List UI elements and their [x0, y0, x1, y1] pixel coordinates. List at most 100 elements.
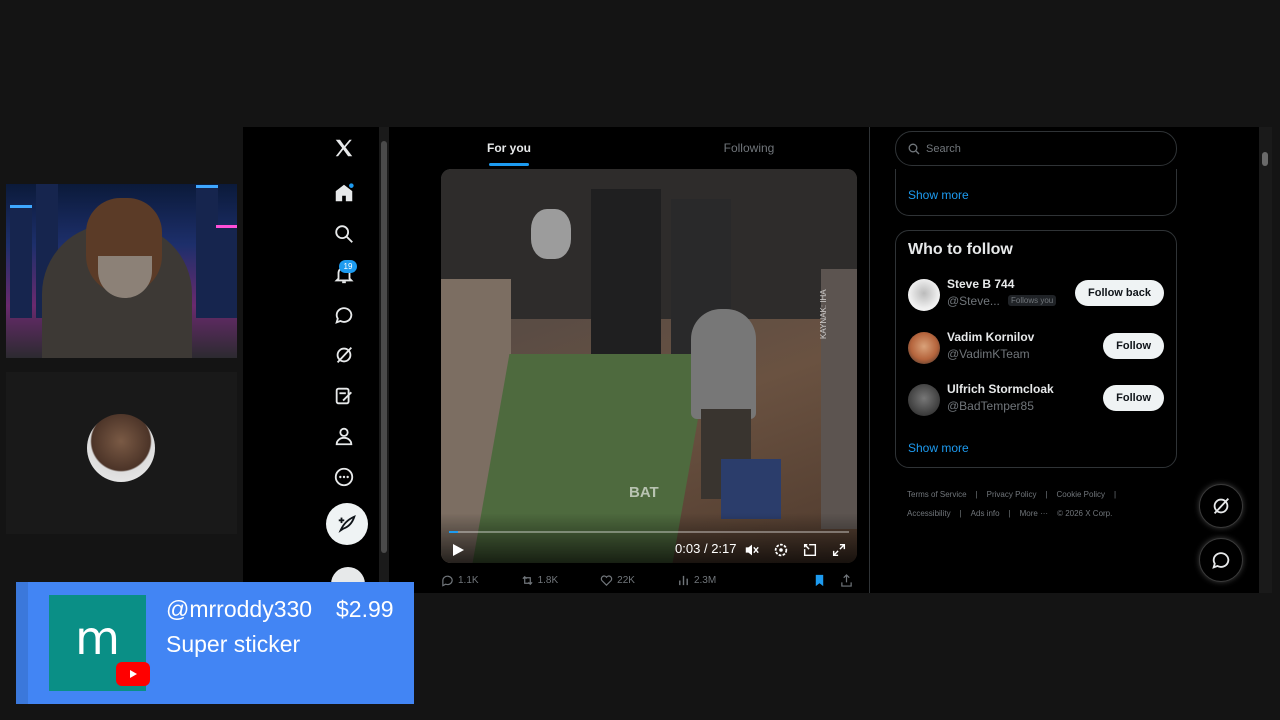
who-to-follow-show-more[interactable]: Show more [908, 441, 969, 455]
footer-separator: | [1045, 490, 1048, 499]
video-watermark: BAT [629, 484, 659, 501]
timeline-tabs: For you Following [389, 127, 869, 169]
page-scrollbar[interactable] [1259, 127, 1272, 593]
trends-panel: Show more [895, 169, 1177, 216]
post-video[interactable]: BAT KAYNAK: IHA 0:03 / 2:17 [441, 169, 857, 563]
trends-show-more[interactable]: Show more [908, 188, 969, 202]
footer-link[interactable]: Accessibility [907, 509, 951, 518]
x-sidebar-nav: 19 [243, 127, 379, 593]
footer-links: Terms of Service | Privacy Policy | Cookie P… [907, 485, 1157, 523]
footer-link[interactable]: Cookie Policy [1057, 490, 1105, 499]
like-button[interactable]: 22K [600, 574, 635, 587]
search-field-icon [908, 143, 920, 154]
video-source-label: KAYNAK: IHA [819, 289, 828, 339]
follow-suggestion[interactable]: Ulfrich Stormcloak @BadTemper85 Follow [896, 378, 1176, 422]
guest-avatar [87, 414, 155, 482]
avatar [908, 332, 940, 364]
post-actions: 1.1K 1.8K 22K 2.3M [441, 571, 857, 589]
play-icon[interactable] [451, 543, 465, 557]
tab-for-you[interactable]: For you [389, 127, 629, 169]
share-icon [841, 573, 852, 587]
account-handle: @VadimKTeam [947, 347, 1030, 361]
who-to-follow-panel: Who to follow Steve B 744 @Steve... Foll… [895, 230, 1177, 468]
account-name: Ulfrich Stormcloak [947, 382, 1054, 396]
x-logo-icon[interactable] [331, 135, 357, 161]
drafts-icon[interactable] [331, 383, 357, 409]
search-placeholder: Search [926, 142, 961, 155]
account-name: Vadim Kornilov [947, 330, 1035, 344]
follow-suggestion[interactable]: Steve B 744 @Steve... Follows you Follow… [896, 273, 1176, 317]
reply-button[interactable]: 1.1K [441, 574, 479, 587]
heart-icon [600, 574, 613, 586]
views-icon [679, 575, 688, 585]
post-icon [338, 515, 356, 533]
account-name: Steve B 744 [947, 277, 1015, 291]
messages-float-button[interactable] [1199, 538, 1243, 582]
post-button[interactable] [326, 503, 368, 545]
settings-icon[interactable] [772, 541, 790, 559]
views-count: 2.3M [693, 574, 717, 586]
picture-in-picture-icon[interactable] [801, 541, 819, 559]
footer-link[interactable]: Ads info [971, 509, 1000, 518]
sidebar-scrollbar[interactable] [379, 127, 389, 593]
x-browser-window: 19 For you Following BAT KAYNAK: IHA 0:0… [243, 127, 1272, 593]
home-icon[interactable] [331, 180, 357, 206]
streamer-webcam [6, 184, 237, 358]
bookmark-button[interactable] [813, 574, 826, 587]
video-time: 0:03 / 2:17 [675, 541, 737, 556]
tab-following[interactable]: Following [629, 127, 869, 169]
guest-webcam [6, 372, 237, 534]
sticker-label: Super sticker [166, 631, 301, 657]
footer-separator: | [975, 490, 978, 499]
super-sticker-card: m @mrroddy330 $2.99 Super sticker [16, 582, 414, 704]
footer-separator: | [1114, 490, 1117, 499]
video-progress-bar[interactable] [449, 531, 849, 533]
footer-separator: | [959, 509, 962, 518]
account-handle: @Steve... [947, 294, 1000, 308]
avatar [908, 384, 940, 416]
follow-button[interactable]: Follow [1103, 385, 1164, 411]
repost-button[interactable]: 1.8K [521, 574, 559, 587]
sticker-avatar-letter: m [75, 611, 120, 665]
timeline-column: For you Following BAT KAYNAK: IHA 0:03 / [389, 127, 870, 593]
grok-icon [1213, 498, 1230, 514]
reply-icon [442, 575, 453, 587]
grok-icon[interactable] [331, 342, 357, 368]
avatar [908, 279, 940, 311]
video-duration: 2:17 [711, 541, 737, 556]
profile-icon[interactable] [331, 423, 357, 449]
notifications-badge: 19 [339, 260, 357, 273]
footer-separator: | [1008, 509, 1011, 518]
who-to-follow-title: Who to follow [908, 241, 1013, 258]
share-button[interactable] [840, 573, 853, 587]
repost-icon [522, 575, 533, 585]
footer-link[interactable]: More ··· [1020, 509, 1048, 518]
fullscreen-icon[interactable] [830, 541, 848, 559]
follows-you-badge: Follows you [1008, 295, 1057, 306]
sticker-amount: $2.99 [336, 596, 394, 622]
messages-icon [1212, 552, 1230, 569]
bookmark-icon [815, 574, 824, 586]
right-sidebar: Search Show more Who to follow Steve B 7… [895, 127, 1177, 593]
video-current-time: 0:03 [675, 541, 701, 556]
follow-back-button[interactable]: Follow back [1075, 280, 1164, 306]
follow-suggestion[interactable]: Vadim Kornilov @VadimKTeam Follow [896, 326, 1176, 370]
more-icon[interactable] [331, 464, 357, 490]
sticker-username: @mrroddy330 [166, 596, 313, 622]
reply-count: 1.1K [458, 574, 479, 586]
youtube-icon [116, 662, 150, 686]
footer-link[interactable]: Terms of Service [907, 490, 967, 499]
footer-link[interactable]: Privacy Policy [987, 490, 1037, 499]
search-icon[interactable] [331, 221, 357, 247]
like-count: 22K [617, 574, 635, 586]
messages-icon[interactable] [331, 302, 357, 328]
video-controls: 0:03 / 2:17 [441, 513, 857, 563]
search-input[interactable]: Search [895, 131, 1177, 166]
mute-icon[interactable] [743, 541, 761, 559]
repost-count: 1.8K [537, 574, 559, 586]
video-time-separator: / [703, 541, 708, 556]
grok-float-button[interactable] [1199, 484, 1243, 528]
copyright: © 2026 X Corp. [1057, 509, 1113, 518]
views-button[interactable]: 2.3M [677, 574, 716, 587]
follow-button[interactable]: Follow [1103, 333, 1164, 359]
